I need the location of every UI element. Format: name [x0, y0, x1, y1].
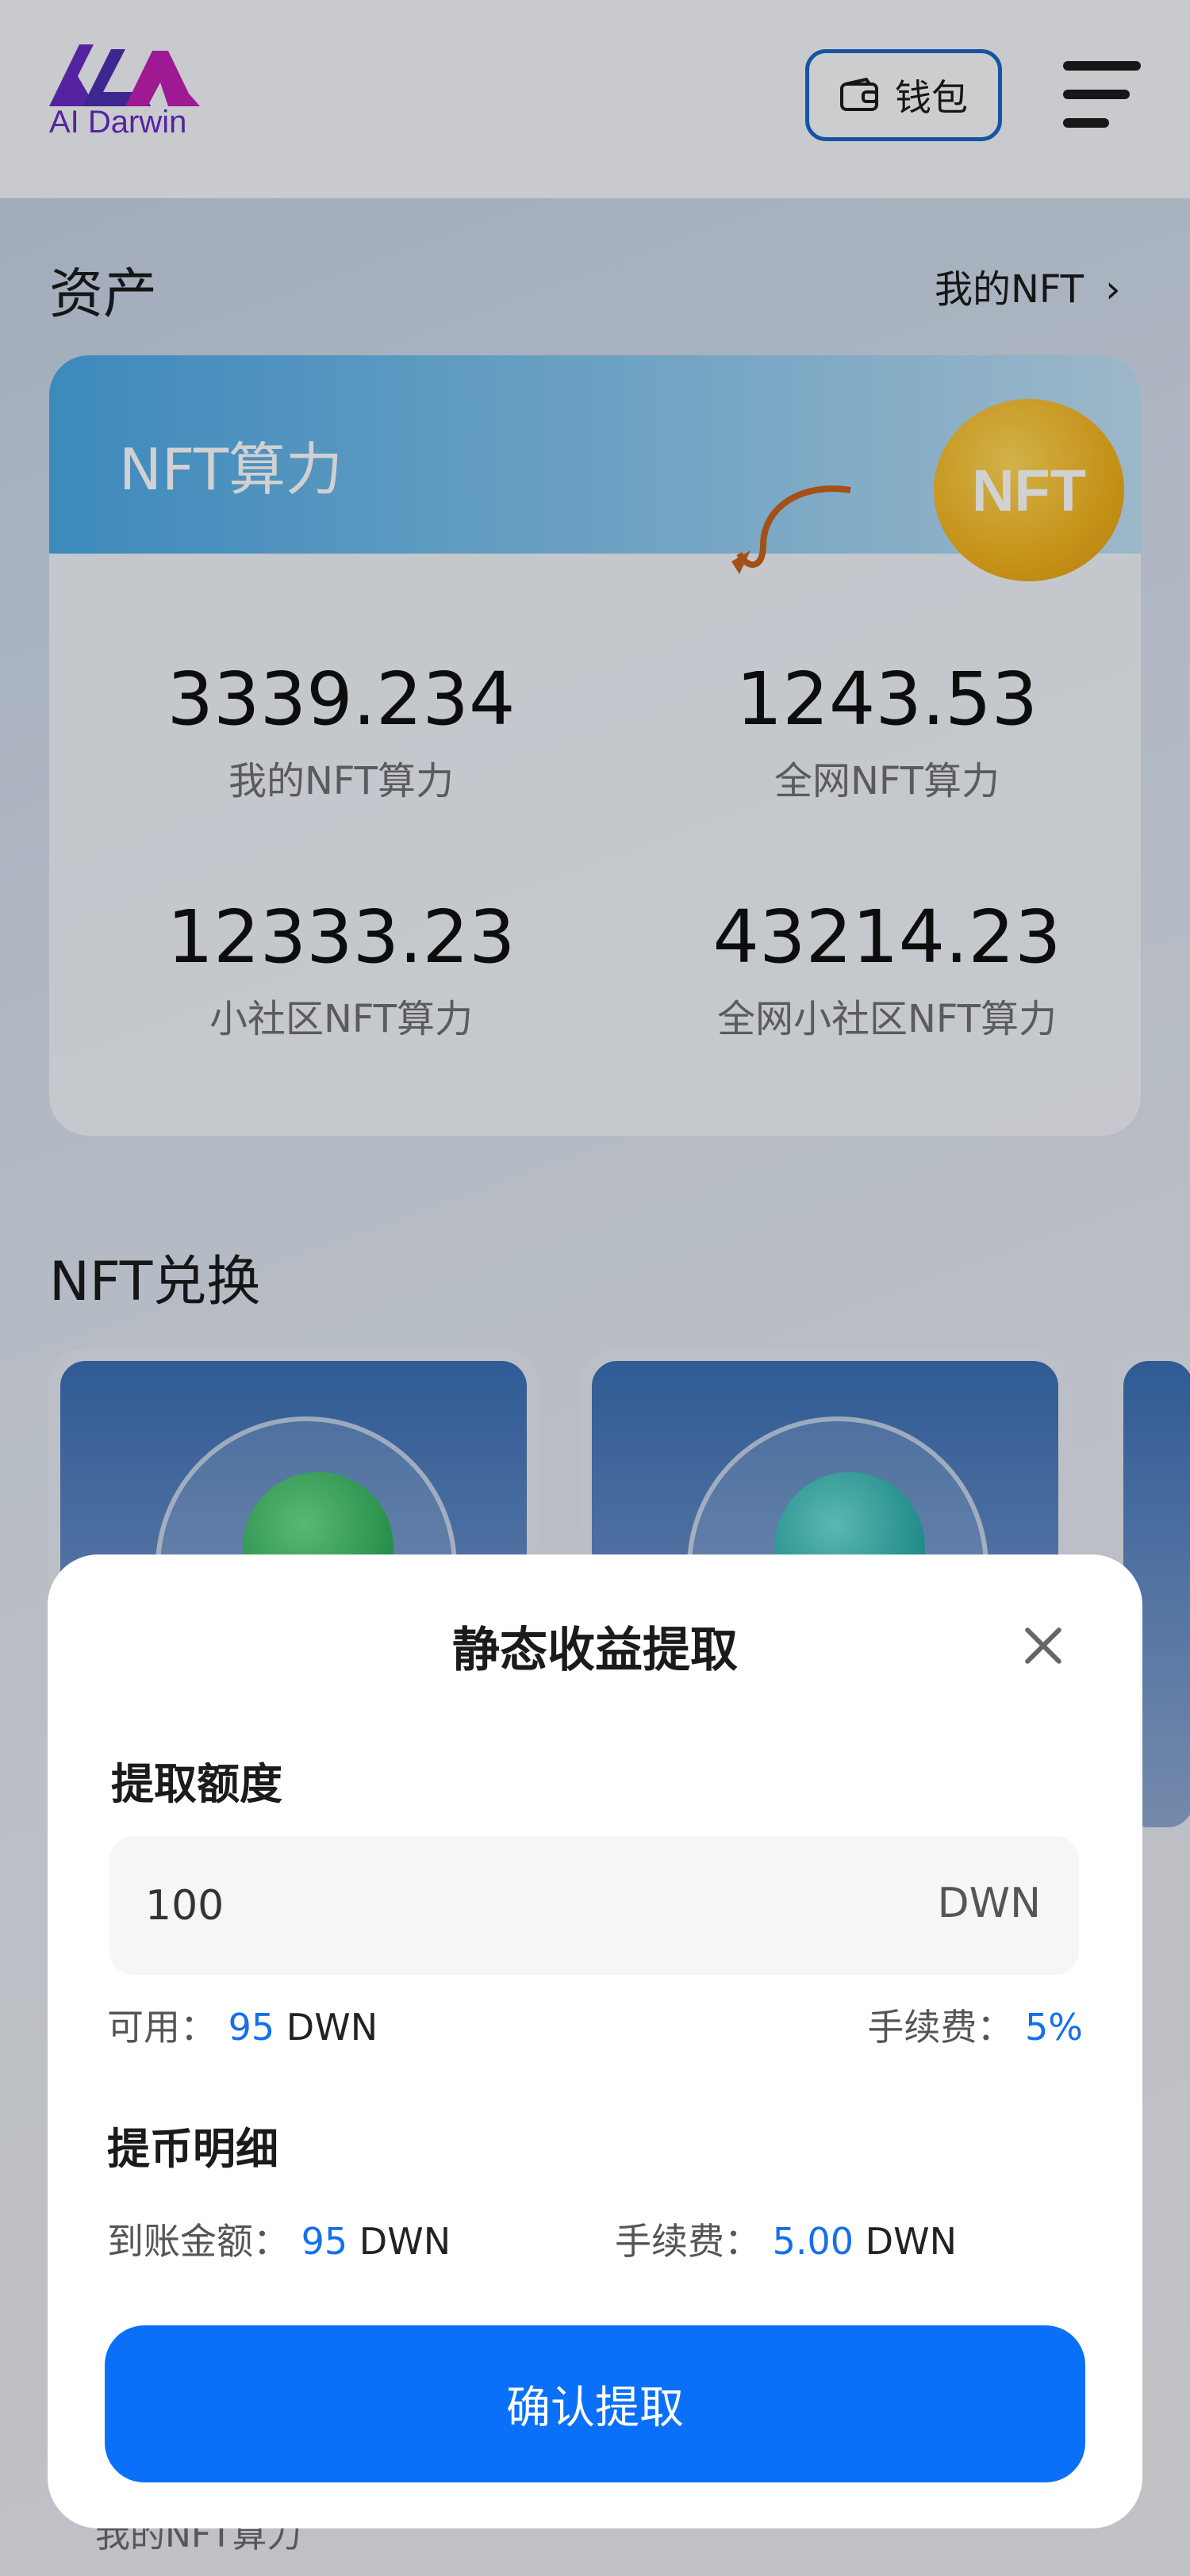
fee-value: 5% — [1025, 2006, 1083, 2049]
detail-fee-label: 手续费： — [615, 2220, 761, 2263]
modal-title: 静态收益提取 — [452, 1623, 738, 1678]
available-value: 95 — [228, 2006, 275, 2049]
amount-unit: DWN — [937, 1880, 1041, 1927]
detail-fee: 手续费： 5.00 DWN — [615, 2213, 957, 2265]
available-label: 可用： — [107, 2006, 217, 2049]
received-label: 到账金额： — [107, 2220, 290, 2263]
confirm-withdraw-button[interactable]: 确认提取 — [105, 2325, 1085, 2482]
detail-fee-unit: DWN — [865, 2220, 957, 2263]
page: AI Darwin 钱包 资产 我的NFT › NFT算力 NFT 3339.2… — [0, 0, 1190, 2576]
received-value: 95 — [301, 2220, 348, 2263]
available-unit: DWN — [286, 2006, 378, 2049]
amount-input[interactable] — [145, 1836, 859, 1975]
amount-field[interactable]: DWN — [109, 1836, 1079, 1975]
received-amount: 到账金额： 95 DWN — [107, 2213, 451, 2265]
withdraw-modal: 静态收益提取 提取额度 DWN 可用： 95 DWN 手续费： 5% 提币明细 … — [48, 1554, 1142, 2528]
detail-fee-value: 5.00 — [772, 2220, 854, 2263]
amount-label: 提取额度 — [111, 1759, 282, 1809]
fee-rate: 手续费： 5% — [867, 1999, 1083, 2051]
available-balance: 可用： 95 DWN — [107, 1999, 378, 2051]
fee-label: 手续费： — [867, 2006, 1014, 2049]
received-unit: DWN — [359, 2220, 451, 2263]
detail-title: 提币明细 — [107, 2124, 278, 2174]
close-icon[interactable] — [1015, 1618, 1071, 1673]
